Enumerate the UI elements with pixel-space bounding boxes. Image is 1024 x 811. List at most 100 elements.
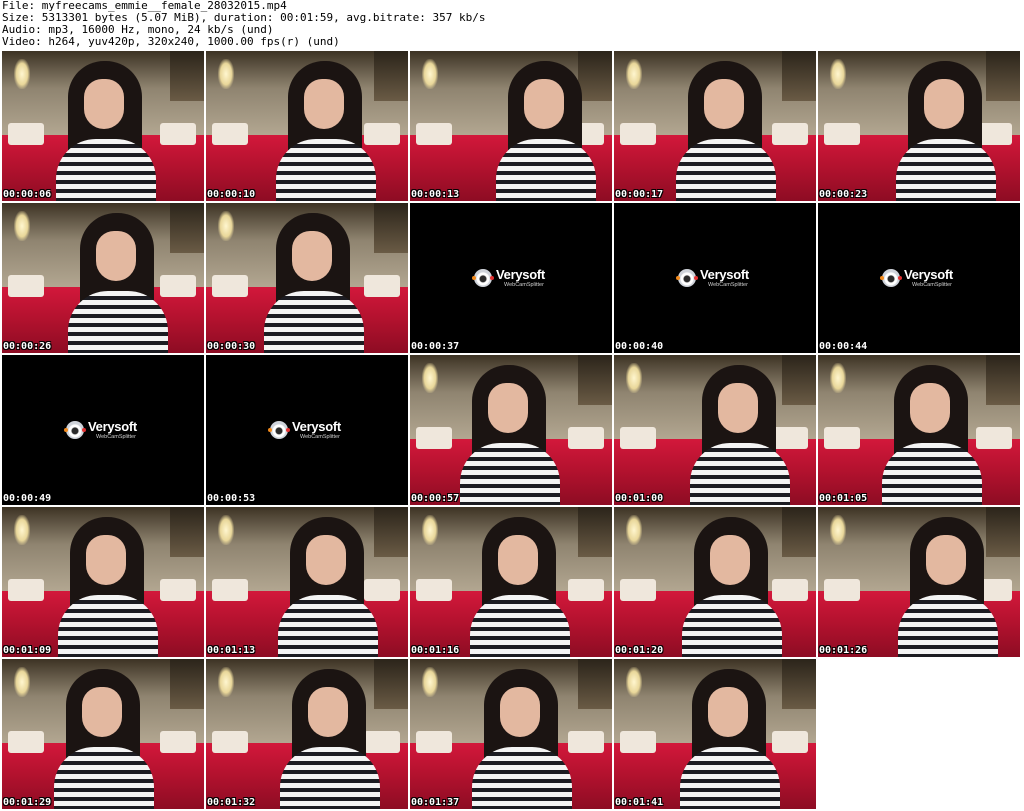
timestamp-label: 00:01:20 bbox=[615, 645, 664, 656]
timestamp-label: 00:00:44 bbox=[819, 341, 868, 352]
logo-brand: Verysoft bbox=[904, 267, 953, 282]
splash-frame: Verysoft WebCamSplitter bbox=[818, 203, 1020, 353]
timestamp-label: 00:01:41 bbox=[615, 797, 664, 808]
video-thumbnail[interactable]: 00:01:05 bbox=[818, 355, 1020, 505]
webcam-frame bbox=[2, 203, 204, 353]
person-figure bbox=[670, 61, 780, 201]
video-thumbnail[interactable]: Verysoft WebCamSplitter 00:00:44 bbox=[818, 203, 1020, 353]
webcam-frame bbox=[206, 203, 408, 353]
webcam-frame bbox=[410, 659, 612, 809]
logo-brand: Verysoft bbox=[700, 267, 749, 282]
timestamp-label: 00:00:26 bbox=[3, 341, 52, 352]
video-thumbnail[interactable]: 00:00:23 bbox=[818, 51, 1020, 201]
webcam-eye-icon bbox=[472, 269, 494, 287]
logo-product: WebCamSplitter bbox=[504, 282, 544, 288]
webcam-eye-icon bbox=[676, 269, 698, 287]
timestamp-label: 00:00:06 bbox=[3, 189, 52, 200]
person-figure bbox=[258, 213, 368, 353]
webcam-frame bbox=[614, 51, 816, 201]
video-thumbnail[interactable]: 00:01:29 bbox=[2, 659, 204, 809]
timestamp-label: 00:00:40 bbox=[615, 341, 664, 352]
timestamp-label: 00:01:00 bbox=[615, 493, 664, 504]
webcam-frame bbox=[818, 507, 1020, 657]
file-info-header: File: myfreecams_emmie__female_28032015.… bbox=[2, 0, 485, 48]
timestamp-label: 00:01:26 bbox=[819, 645, 868, 656]
video-thumbnail[interactable]: 00:01:41 bbox=[614, 659, 816, 809]
webcam-frame bbox=[410, 51, 612, 201]
video-thumbnail[interactable]: 00:00:06 bbox=[2, 51, 204, 201]
timestamp-label: 00:01:32 bbox=[207, 797, 256, 808]
webcam-frame bbox=[410, 355, 612, 505]
verysoft-logo: Verysoft WebCamSplitter bbox=[268, 419, 350, 443]
logo-product: WebCamSplitter bbox=[96, 434, 136, 440]
webcam-frame bbox=[410, 507, 612, 657]
person-figure bbox=[890, 61, 1000, 201]
person-figure bbox=[270, 61, 380, 201]
video-thumbnail[interactable]: 00:01:13 bbox=[206, 507, 408, 657]
webcam-frame bbox=[2, 659, 204, 809]
video-thumbnail[interactable]: 00:00:26 bbox=[2, 203, 204, 353]
video-thumbnail[interactable]: Verysoft WebCamSplitter 00:00:49 bbox=[2, 355, 204, 505]
webcam-frame bbox=[206, 51, 408, 201]
logo-product: WebCamSplitter bbox=[708, 282, 748, 288]
webcam-frame bbox=[818, 355, 1020, 505]
webcam-frame bbox=[614, 659, 816, 809]
video-thumbnail[interactable]: 00:00:13 bbox=[410, 51, 612, 201]
video-thumbnail[interactable]: Verysoft WebCamSplitter 00:00:53 bbox=[206, 355, 408, 505]
person-figure bbox=[466, 669, 576, 809]
person-figure bbox=[490, 61, 600, 201]
webcam-frame bbox=[614, 507, 816, 657]
video-thumbnail[interactable]: 00:01:37 bbox=[410, 659, 612, 809]
verysoft-logo: Verysoft WebCamSplitter bbox=[472, 267, 554, 291]
webcam-frame bbox=[2, 51, 204, 201]
timestamp-label: 00:00:17 bbox=[615, 189, 664, 200]
timestamp-label: 00:00:30 bbox=[207, 341, 256, 352]
logo-brand: Verysoft bbox=[88, 419, 137, 434]
timestamp-label: 00:01:09 bbox=[3, 645, 52, 656]
video-thumbnail[interactable]: 00:01:16 bbox=[410, 507, 612, 657]
video-thumbnail[interactable]: 00:01:20 bbox=[614, 507, 816, 657]
person-figure bbox=[674, 669, 784, 809]
video-thumbnail[interactable]: Verysoft WebCamSplitter 00:00:37 bbox=[410, 203, 612, 353]
person-figure bbox=[684, 365, 794, 505]
splash-frame: Verysoft WebCamSplitter bbox=[2, 355, 204, 505]
person-figure bbox=[50, 61, 160, 201]
video-info-line: Video: h264, yuv420p, 320x240, 1000.00 f… bbox=[2, 35, 340, 48]
timestamp-label: 00:01:29 bbox=[3, 797, 52, 808]
video-thumbnail[interactable]: 00:00:57 bbox=[410, 355, 612, 505]
timestamp-label: 00:00:13 bbox=[411, 189, 460, 200]
video-thumbnail[interactable]: 00:01:32 bbox=[206, 659, 408, 809]
splash-frame: Verysoft WebCamSplitter bbox=[206, 355, 408, 505]
video-thumbnail[interactable]: 00:01:26 bbox=[818, 507, 1020, 657]
video-thumbnail[interactable]: 00:01:00 bbox=[614, 355, 816, 505]
video-thumbnail[interactable]: 00:00:30 bbox=[206, 203, 408, 353]
person-figure bbox=[48, 669, 158, 809]
splash-frame: Verysoft WebCamSplitter bbox=[410, 203, 612, 353]
video-thumbnail[interactable]: 00:00:10 bbox=[206, 51, 408, 201]
logo-product: WebCamSplitter bbox=[912, 282, 952, 288]
webcam-eye-icon bbox=[64, 421, 86, 439]
logo-product: WebCamSplitter bbox=[300, 434, 340, 440]
person-figure bbox=[876, 365, 986, 505]
person-figure bbox=[464, 517, 574, 657]
splash-frame: Verysoft WebCamSplitter bbox=[614, 203, 816, 353]
verysoft-logo: Verysoft WebCamSplitter bbox=[880, 267, 962, 291]
video-thumbnail[interactable]: 00:00:17 bbox=[614, 51, 816, 201]
video-thumbnail[interactable]: Verysoft WebCamSplitter 00:00:40 bbox=[614, 203, 816, 353]
timestamp-label: 00:00:53 bbox=[207, 493, 256, 504]
timestamp-label: 00:01:16 bbox=[411, 645, 460, 656]
person-figure bbox=[52, 517, 162, 657]
timestamp-label: 00:00:57 bbox=[411, 493, 460, 504]
person-figure bbox=[454, 365, 564, 505]
person-figure bbox=[62, 213, 172, 353]
person-figure bbox=[676, 517, 786, 657]
verysoft-logo: Verysoft WebCamSplitter bbox=[676, 267, 758, 291]
verysoft-logo: Verysoft WebCamSplitter bbox=[64, 419, 146, 443]
video-thumbnail[interactable]: 00:01:09 bbox=[2, 507, 204, 657]
timestamp-label: 00:00:49 bbox=[3, 493, 52, 504]
timestamp-label: 00:01:13 bbox=[207, 645, 256, 656]
person-figure bbox=[274, 669, 384, 809]
logo-brand: Verysoft bbox=[292, 419, 341, 434]
timestamp-label: 00:00:23 bbox=[819, 189, 868, 200]
webcam-frame bbox=[2, 507, 204, 657]
